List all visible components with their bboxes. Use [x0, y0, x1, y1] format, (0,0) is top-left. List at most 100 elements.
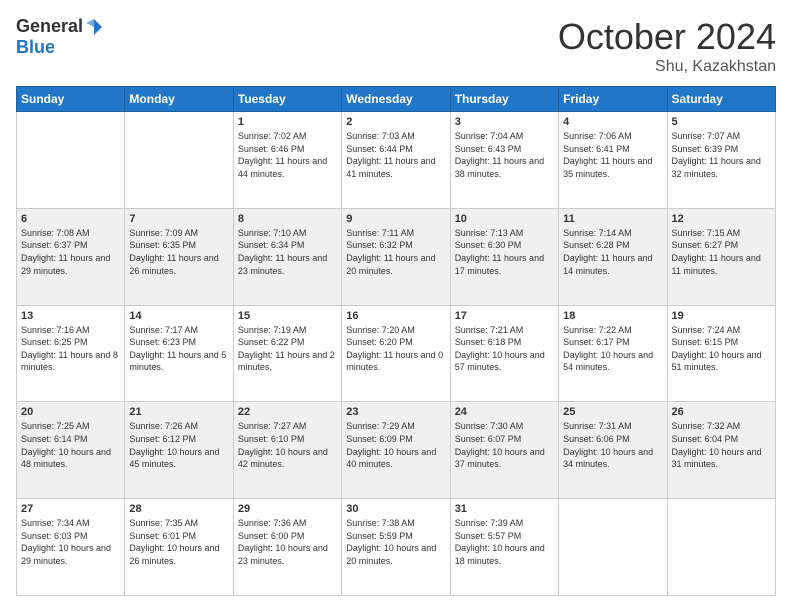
day-number: 9: [346, 213, 445, 225]
calendar-cell: 3 Sunrise: 7:04 AMSunset: 6:43 PMDaylight…: [450, 112, 558, 209]
day-info: Sunrise: 7:32 AMSunset: 6:04 PMDaylight:…: [672, 420, 771, 470]
day-number: 3: [455, 116, 554, 128]
day-number: 25: [563, 406, 662, 418]
day-info: Sunrise: 7:08 AMSunset: 6:37 PMDaylight:…: [21, 227, 120, 277]
week-row-1: 1 Sunrise: 7:02 AMSunset: 6:46 PMDaylight…: [17, 112, 776, 209]
day-number: 11: [563, 213, 662, 225]
calendar-cell: 10 Sunrise: 7:13 AMSunset: 6:30 PMDayligh…: [450, 208, 558, 305]
day-header-wednesday: Wednesday: [342, 87, 450, 112]
day-info: Sunrise: 7:15 AMSunset: 6:27 PMDaylight:…: [672, 227, 771, 277]
day-info: Sunrise: 7:07 AMSunset: 6:39 PMDaylight:…: [672, 130, 771, 180]
calendar-cell: 26 Sunrise: 7:32 AMSunset: 6:04 PMDayligh…: [667, 402, 775, 499]
calendar-cell: 13 Sunrise: 7:16 AMSunset: 6:25 PMDayligh…: [17, 305, 125, 402]
week-row-5: 27Sunrise: 7:34 AMSunset: 6:03 PMDayligh…: [17, 499, 776, 596]
day-info: Sunrise: 7:19 AMSunset: 6:22 PMDaylight:…: [238, 324, 337, 374]
calendar-cell: 30Sunrise: 7:38 AMSunset: 5:59 PMDayligh…: [342, 499, 450, 596]
day-number: 23: [346, 406, 445, 418]
calendar-cell: [667, 499, 775, 596]
day-number: 18: [563, 310, 662, 322]
day-number: 31: [455, 503, 554, 515]
calendar-cell: 22Sunrise: 7:27 AMSunset: 6:10 PMDayligh…: [233, 402, 341, 499]
day-number: 5: [672, 116, 771, 128]
day-info: Sunrise: 7:35 AMSunset: 6:01 PMDaylight:…: [129, 517, 228, 567]
calendar-cell: 5 Sunrise: 7:07 AMSunset: 6:39 PMDaylight…: [667, 112, 775, 209]
day-number: 20: [21, 406, 120, 418]
day-info: Sunrise: 7:20 AMSunset: 6:20 PMDaylight:…: [346, 324, 445, 374]
day-info: Sunrise: 7:30 AMSunset: 6:07 PMDaylight:…: [455, 420, 554, 470]
day-info: Sunrise: 7:16 AMSunset: 6:25 PMDaylight:…: [21, 324, 120, 374]
calendar-cell: 16Sunrise: 7:20 AMSunset: 6:20 PMDayligh…: [342, 305, 450, 402]
calendar-table: SundayMondayTuesdayWednesdayThursdayFrid…: [16, 86, 776, 596]
day-number: 6: [21, 213, 120, 225]
day-number: 30: [346, 503, 445, 515]
calendar-cell: 9Sunrise: 7:11 AMSunset: 6:32 PMDaylight…: [342, 208, 450, 305]
day-info: Sunrise: 7:39 AMSunset: 5:57 PMDaylight:…: [455, 517, 554, 567]
calendar-cell: 14 Sunrise: 7:17 AMSunset: 6:23 PMDayligh…: [125, 305, 233, 402]
calendar-cell: 24 Sunrise: 7:30 AMSunset: 6:07 PMDayligh…: [450, 402, 558, 499]
header-row: SundayMondayTuesdayWednesdayThursdayFrid…: [17, 87, 776, 112]
day-number: 21: [129, 406, 228, 418]
day-header-thursday: Thursday: [450, 87, 558, 112]
day-info: Sunrise: 7:04 AMSunset: 6:43 PMDaylight:…: [455, 130, 554, 180]
day-info: Sunrise: 7:31 AMSunset: 6:06 PMDaylight:…: [563, 420, 662, 470]
day-info: Sunrise: 7:02 AMSunset: 6:46 PMDaylight:…: [238, 130, 337, 180]
day-header-friday: Friday: [559, 87, 667, 112]
logo-general-text: General: [16, 16, 83, 37]
day-number: 15: [238, 310, 337, 322]
day-info: Sunrise: 7:14 AMSunset: 6:28 PMDaylight:…: [563, 227, 662, 277]
calendar-cell: 12Sunrise: 7:15 AMSunset: 6:27 PMDayligh…: [667, 208, 775, 305]
page: General Blue October 2024 Shu, Kazakhsta…: [0, 0, 792, 612]
day-number: 2: [346, 116, 445, 128]
day-number: 24: [455, 406, 554, 418]
calendar-cell: 29 Sunrise: 7:36 AMSunset: 6:00 PMDayligh…: [233, 499, 341, 596]
day-number: 8: [238, 213, 337, 225]
calendar-cell: 20Sunrise: 7:25 AMSunset: 6:14 PMDayligh…: [17, 402, 125, 499]
day-number: 19: [672, 310, 771, 322]
location-title: Shu, Kazakhstan: [558, 58, 776, 76]
day-info: Sunrise: 7:03 AMSunset: 6:44 PMDaylight:…: [346, 130, 445, 180]
calendar-cell: 27Sunrise: 7:34 AMSunset: 6:03 PMDayligh…: [17, 499, 125, 596]
calendar-cell: 7Sunrise: 7:09 AMSunset: 6:35 PMDaylight…: [125, 208, 233, 305]
day-header-tuesday: Tuesday: [233, 87, 341, 112]
day-info: Sunrise: 7:29 AMSunset: 6:09 PMDaylight:…: [346, 420, 445, 470]
logo: General Blue: [16, 16, 103, 58]
day-info: Sunrise: 7:06 AMSunset: 6:41 PMDaylight:…: [563, 130, 662, 180]
calendar-cell: 25 Sunrise: 7:31 AMSunset: 6:06 PMDayligh…: [559, 402, 667, 499]
day-number: 27: [21, 503, 120, 515]
calendar-cell: 23 Sunrise: 7:29 AMSunset: 6:09 PMDayligh…: [342, 402, 450, 499]
day-number: 4: [563, 116, 662, 128]
calendar-cell: 21Sunrise: 7:26 AMSunset: 6:12 PMDayligh…: [125, 402, 233, 499]
day-number: 7: [129, 213, 228, 225]
day-info: Sunrise: 7:22 AMSunset: 6:17 PMDaylight:…: [563, 324, 662, 374]
calendar-cell: 28 Sunrise: 7:35 AMSunset: 6:01 PMDayligh…: [125, 499, 233, 596]
calendar-cell: [559, 499, 667, 596]
header: General Blue October 2024 Shu, Kazakhsta…: [16, 16, 776, 76]
day-header-monday: Monday: [125, 87, 233, 112]
day-info: Sunrise: 7:13 AMSunset: 6:30 PMDaylight:…: [455, 227, 554, 277]
day-number: 13: [21, 310, 120, 322]
calendar-cell: [17, 112, 125, 209]
calendar-cell: 6 Sunrise: 7:08 AMSunset: 6:37 PMDaylight…: [17, 208, 125, 305]
month-title: October 2024: [558, 16, 776, 58]
day-info: Sunrise: 7:36 AMSunset: 6:00 PMDaylight:…: [238, 517, 337, 567]
day-info: Sunrise: 7:10 AMSunset: 6:34 PMDaylight:…: [238, 227, 337, 277]
day-number: 1: [238, 116, 337, 128]
calendar-cell: 18 Sunrise: 7:22 AMSunset: 6:17 PMDayligh…: [559, 305, 667, 402]
day-number: 10: [455, 213, 554, 225]
day-header-saturday: Saturday: [667, 87, 775, 112]
logo-icon: [85, 18, 103, 36]
day-number: 26: [672, 406, 771, 418]
title-block: October 2024 Shu, Kazakhstan: [558, 16, 776, 76]
day-number: 22: [238, 406, 337, 418]
day-number: 14: [129, 310, 228, 322]
day-number: 17: [455, 310, 554, 322]
week-row-2: 6 Sunrise: 7:08 AMSunset: 6:37 PMDaylight…: [17, 208, 776, 305]
week-row-4: 20Sunrise: 7:25 AMSunset: 6:14 PMDayligh…: [17, 402, 776, 499]
calendar-cell: 1 Sunrise: 7:02 AMSunset: 6:46 PMDaylight…: [233, 112, 341, 209]
week-row-3: 13 Sunrise: 7:16 AMSunset: 6:25 PMDayligh…: [17, 305, 776, 402]
day-number: 28: [129, 503, 228, 515]
calendar-cell: 8 Sunrise: 7:10 AMSunset: 6:34 PMDaylight…: [233, 208, 341, 305]
day-info: Sunrise: 7:17 AMSunset: 6:23 PMDaylight:…: [129, 324, 228, 374]
day-info: Sunrise: 7:24 AMSunset: 6:15 PMDaylight:…: [672, 324, 771, 374]
day-number: 29: [238, 503, 337, 515]
